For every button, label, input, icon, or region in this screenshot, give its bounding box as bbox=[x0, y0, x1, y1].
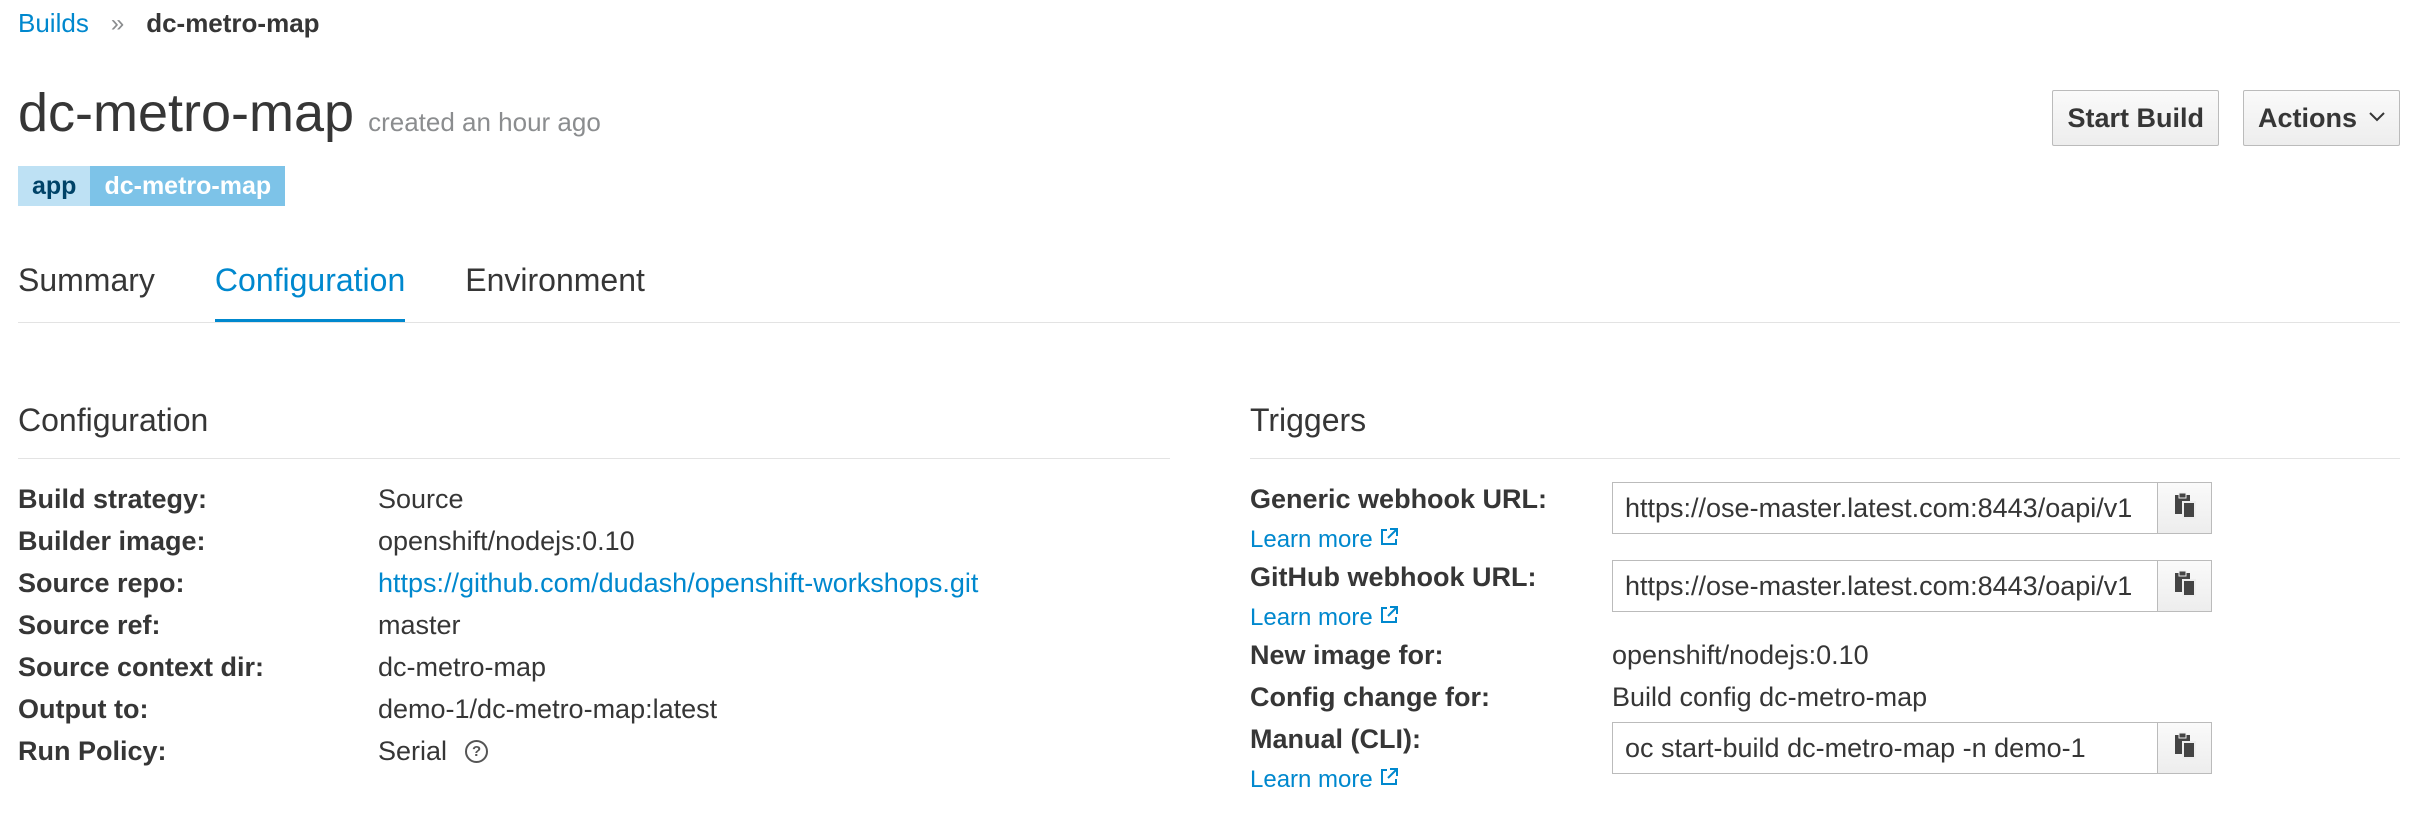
start-build-button[interactable]: Start Build bbox=[2052, 90, 2219, 146]
trigger-github-webhook: GitHub webhook URL: bbox=[1250, 562, 1536, 593]
external-link-icon bbox=[1379, 766, 1399, 794]
copy-generic-webhook-button[interactable] bbox=[2158, 482, 2212, 534]
tab-environment[interactable]: Environment bbox=[465, 262, 645, 322]
breadcrumb: Builds » dc-metro-map bbox=[18, 8, 320, 39]
tab-configuration[interactable]: Configuration bbox=[214, 262, 406, 322]
config-key: Source repo: bbox=[18, 568, 185, 598]
learn-more-label: Learn more bbox=[1250, 526, 1373, 553]
trigger-manual-cli: Manual (CLI): bbox=[1250, 724, 1421, 755]
generic-webhook-learn-more-link[interactable]: Learn more bbox=[1250, 526, 1399, 554]
trigger-value: openshift/nodejs:0.10 bbox=[1612, 640, 1869, 670]
breadcrumb-builds-link[interactable]: Builds bbox=[18, 8, 89, 39]
config-row-source-repo: Source repo: https://github.com/dudash/o… bbox=[18, 568, 978, 599]
tab-configuration-label: Configuration bbox=[214, 262, 406, 298]
config-row-build-strategy: Build strategy: Source bbox=[18, 484, 464, 515]
chevron-down-icon bbox=[2369, 106, 2385, 127]
trigger-value: Build config dc-metro-map bbox=[1612, 682, 1928, 712]
config-value: dc-metro-map bbox=[378, 652, 547, 682]
manual-cli-copy-group bbox=[1612, 722, 2212, 774]
external-link-icon bbox=[1379, 526, 1399, 554]
copy-github-webhook-button[interactable] bbox=[2158, 560, 2212, 612]
external-link-icon bbox=[1379, 604, 1399, 632]
tab-bar: Summary Configuration Environment bbox=[18, 262, 2400, 323]
generic-webhook-copy-group bbox=[1612, 482, 2212, 534]
github-webhook-url-field[interactable] bbox=[1612, 560, 2158, 612]
clipboard-icon bbox=[2173, 732, 2197, 765]
actions-dropdown-button[interactable]: Actions bbox=[2242, 90, 2400, 146]
trigger-key: Generic webhook URL: bbox=[1250, 484, 1548, 514]
learn-more-label: Learn more bbox=[1250, 766, 1373, 793]
config-value: Source bbox=[378, 484, 464, 514]
config-row-source-context-dir: Source context dir: dc-metro-map bbox=[18, 652, 546, 683]
page: Builds » dc-metro-map dc-metro-map creat… bbox=[0, 0, 2418, 818]
label-key[interactable]: app bbox=[18, 166, 91, 206]
trigger-generic-webhook: Generic webhook URL: bbox=[1250, 484, 1547, 515]
triggers-section-title: Triggers bbox=[1250, 402, 1367, 438]
config-key: Build strategy: bbox=[18, 484, 208, 514]
clipboard-icon bbox=[2173, 492, 2197, 525]
config-value: openshift/nodejs:0.10 bbox=[378, 526, 635, 556]
config-key: Source ref: bbox=[18, 610, 161, 640]
trigger-key: Manual (CLI): bbox=[1250, 724, 1421, 754]
help-icon[interactable]: ? bbox=[465, 740, 489, 763]
trigger-key: GitHub webhook URL: bbox=[1250, 562, 1537, 592]
copy-manual-cli-button[interactable] bbox=[2158, 722, 2212, 774]
config-row-builder-image: Builder image: openshift/nodejs:0.10 bbox=[18, 526, 635, 557]
generic-webhook-url-field[interactable] bbox=[1612, 482, 2158, 534]
config-key: Builder image: bbox=[18, 526, 206, 556]
trigger-key: Config change for: bbox=[1250, 682, 1490, 712]
page-header: dc-metro-map created an hour ago bbox=[18, 82, 601, 144]
label-tag[interactable]: app dc-metro-map bbox=[18, 166, 286, 206]
trigger-config-change: Config change for: Build config dc-metro… bbox=[1250, 682, 1927, 713]
label-value[interactable]: dc-metro-map bbox=[90, 166, 286, 206]
github-webhook-copy-group bbox=[1612, 560, 2212, 612]
configuration-divider bbox=[18, 458, 1170, 459]
github-webhook-learn-more-link[interactable]: Learn more bbox=[1250, 604, 1399, 632]
manual-cli-learn-more-link[interactable]: Learn more bbox=[1250, 766, 1399, 794]
clipboard-icon bbox=[2173, 570, 2197, 603]
configuration-section-title: Configuration bbox=[18, 402, 209, 438]
config-value: Serial bbox=[378, 736, 448, 766]
config-value: demo-1/dc-metro-map:latest bbox=[378, 694, 718, 724]
created-timestamp: created an hour ago bbox=[368, 107, 601, 137]
config-key: Run Policy: bbox=[18, 736, 167, 766]
breadcrumb-separator: » bbox=[110, 9, 125, 37]
header-actions: Start Build Actions bbox=[2052, 90, 2400, 146]
page-title: dc-metro-map bbox=[18, 83, 355, 143]
tab-summary-label: Summary bbox=[18, 262, 155, 298]
config-key: Output to: bbox=[18, 694, 149, 724]
config-row-run-policy: Run Policy: Serial ? bbox=[18, 736, 489, 767]
config-key: Source context dir: bbox=[18, 652, 265, 682]
trigger-key: New image for: bbox=[1250, 640, 1444, 670]
trigger-new-image: New image for: openshift/nodejs:0.10 bbox=[1250, 640, 1869, 671]
manual-cli-command-field[interactable] bbox=[1612, 722, 2158, 774]
config-row-source-ref: Source ref: master bbox=[18, 610, 461, 641]
source-repo-link[interactable]: https://github.com/dudash/openshift-work… bbox=[378, 568, 978, 599]
config-value: master bbox=[378, 610, 461, 640]
actions-label: Actions bbox=[2257, 102, 2357, 133]
breadcrumb-current: dc-metro-map bbox=[146, 8, 320, 38]
tab-environment-label: Environment bbox=[465, 262, 645, 298]
tab-summary[interactable]: Summary bbox=[18, 262, 155, 322]
start-build-label: Start Build bbox=[2067, 102, 2204, 133]
learn-more-label: Learn more bbox=[1250, 604, 1373, 631]
triggers-divider bbox=[1250, 458, 2400, 459]
config-row-output-to: Output to: demo-1/dc-metro-map:latest bbox=[18, 694, 717, 725]
